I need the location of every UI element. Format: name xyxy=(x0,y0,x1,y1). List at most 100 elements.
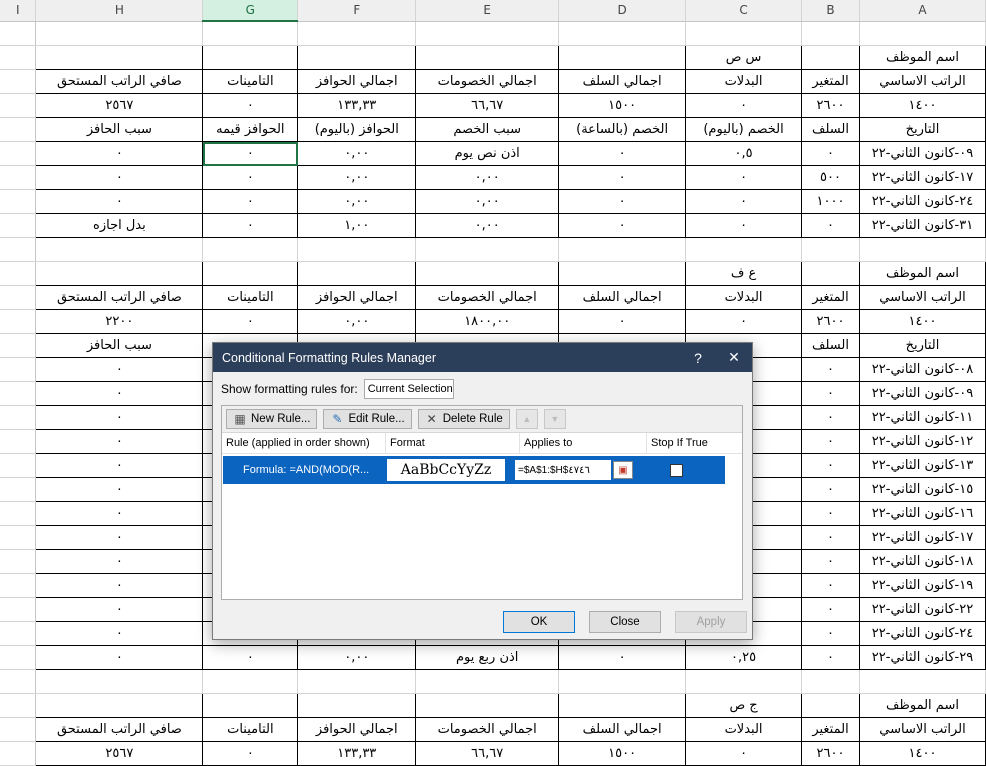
cell-i20[interactable] xyxy=(0,477,37,502)
column-header-i[interactable]: I xyxy=(0,0,37,22)
cell-a6[interactable]: ٠٩-كانون الثاني-٢٢ xyxy=(859,141,986,166)
cell-h24[interactable]: ٠ xyxy=(35,573,204,598)
cell-b6[interactable]: ٠ xyxy=(801,141,860,166)
cell-d9[interactable]: ٠ xyxy=(558,213,687,238)
cell-a21[interactable]: ١٦-كانون الثاني-٢٢ xyxy=(859,501,986,526)
cell-e5[interactable]: سبب الخصم xyxy=(415,117,560,142)
apply-button[interactable]: Apply xyxy=(675,611,747,633)
cell-i30[interactable] xyxy=(0,717,37,742)
cell-e4[interactable]: ٦٦,٦٧ xyxy=(415,93,560,118)
cell-a19[interactable]: ١٣-كانون الثاني-٢٢ xyxy=(859,453,986,478)
move-down-button[interactable]: ▼ xyxy=(543,409,566,429)
stop-if-true-checkbox[interactable] xyxy=(670,463,683,477)
cell-b25[interactable]: ٠ xyxy=(801,597,860,622)
cell-d31[interactable]: ١٥٠٠ xyxy=(558,741,687,766)
cell-h15[interactable]: ٠ xyxy=(35,357,204,382)
cell-b8[interactable]: ١٠٠٠ xyxy=(801,189,860,214)
cell-d13[interactable]: ٠ xyxy=(558,309,687,334)
cell-g31[interactable]: ٠ xyxy=(202,741,299,766)
cell-b11[interactable] xyxy=(801,261,860,286)
cell-a26[interactable]: ٢٤-كانون الثاني-٢٢ xyxy=(859,621,986,646)
cell-g4[interactable]: ٠ xyxy=(202,93,299,118)
cell-f11[interactable] xyxy=(297,261,417,286)
cell-g5[interactable]: الحوافز قيمه xyxy=(202,117,299,142)
cell-f31[interactable]: ١٣٣,٣٣ xyxy=(297,741,417,766)
column-header-f[interactable]: F xyxy=(297,0,417,22)
cell-b3[interactable]: المتغير xyxy=(801,69,860,94)
cell-h29[interactable] xyxy=(35,693,204,718)
cell-c1[interactable] xyxy=(685,21,803,46)
cell-d3[interactable]: اجمالي السلف xyxy=(558,69,687,94)
cell-d2[interactable] xyxy=(558,45,687,70)
cell-f9[interactable]: ١,٠٠ xyxy=(297,213,417,238)
cell-b9[interactable]: ٠ xyxy=(801,213,860,238)
cell-c31[interactable]: ٠ xyxy=(685,741,803,766)
cell-b14[interactable]: السلف xyxy=(801,333,860,358)
cell-b28[interactable] xyxy=(801,669,860,694)
cell-i28[interactable] xyxy=(0,669,37,694)
cell-a29[interactable]: اسم الموظف xyxy=(859,693,986,718)
cell-h19[interactable]: ٠ xyxy=(35,453,204,478)
cell-h8[interactable]: ٠ xyxy=(35,189,204,214)
column-header-e[interactable]: E xyxy=(415,0,560,22)
cell-a16[interactable]: ٠٩-كانون الثاني-٢٢ xyxy=(859,381,986,406)
cell-h18[interactable]: ٠ xyxy=(35,429,204,454)
cell-h10[interactable] xyxy=(35,237,204,262)
cell-e28[interactable] xyxy=(415,669,560,694)
collapse-dialog-icon[interactable]: ▣ xyxy=(613,461,633,479)
cell-a2[interactable]: اسم الموظف xyxy=(859,45,986,70)
cell-b15[interactable]: ٠ xyxy=(801,357,860,382)
cell-b20[interactable]: ٠ xyxy=(801,477,860,502)
cell-a31[interactable]: ١٤٠٠ xyxy=(859,741,986,766)
cell-i15[interactable] xyxy=(0,357,37,382)
cell-f4[interactable]: ١٣٣,٣٣ xyxy=(297,93,417,118)
cell-d29[interactable] xyxy=(558,693,687,718)
cell-e12[interactable]: اجمالي الخصومات xyxy=(415,285,560,310)
cell-f2[interactable] xyxy=(297,45,417,70)
cell-h17[interactable]: ٠ xyxy=(35,405,204,430)
cell-h6[interactable]: ٠ xyxy=(35,141,204,166)
cell-i26[interactable] xyxy=(0,621,37,646)
cell-b18[interactable]: ٠ xyxy=(801,429,860,454)
cell-g1[interactable] xyxy=(202,21,299,46)
cell-c3[interactable]: البدلات xyxy=(685,69,803,94)
cell-b1[interactable] xyxy=(801,21,860,46)
cell-f27[interactable]: ٠,٠٠ xyxy=(297,645,417,670)
cell-a24[interactable]: ١٩-كانون الثاني-٢٢ xyxy=(859,573,986,598)
cell-h22[interactable]: ٠ xyxy=(35,525,204,550)
cell-f5[interactable]: الحوافز (باليوم) xyxy=(297,117,417,142)
cell-h16[interactable]: ٠ xyxy=(35,381,204,406)
cell-b4[interactable]: ٢٦٠٠ xyxy=(801,93,860,118)
column-header-d[interactable]: D xyxy=(558,0,687,22)
cell-h3[interactable]: صافي الراتب المستحق xyxy=(35,69,204,94)
close-icon[interactable]: ✕ xyxy=(716,349,752,366)
cell-d10[interactable] xyxy=(558,237,687,262)
cell-b12[interactable]: المتغير xyxy=(801,285,860,310)
cell-h21[interactable]: ٠ xyxy=(35,501,204,526)
cell-g8[interactable]: ٠ xyxy=(202,189,299,214)
cell-i8[interactable] xyxy=(0,189,37,214)
cell-c6[interactable]: ٠,٥ xyxy=(685,141,803,166)
cell-a11[interactable]: اسم الموظف xyxy=(859,261,986,286)
cell-e6[interactable]: اذن نص يوم xyxy=(415,141,560,166)
cell-b10[interactable] xyxy=(801,237,860,262)
cell-i17[interactable] xyxy=(0,405,37,430)
cell-c11[interactable]: ع ف xyxy=(685,261,803,286)
cell-g3[interactable]: التامينات xyxy=(202,69,299,94)
cell-i4[interactable] xyxy=(0,93,37,118)
cell-b5[interactable]: السلف xyxy=(801,117,860,142)
cell-h31[interactable]: ٢٥٦٧ xyxy=(35,741,204,766)
cell-e13[interactable]: ١٨٠٠,٠٠ xyxy=(415,309,560,334)
cell-a14[interactable]: التاريخ xyxy=(859,333,986,358)
cell-b19[interactable]: ٠ xyxy=(801,453,860,478)
cell-h23[interactable]: ٠ xyxy=(35,549,204,574)
cell-h26[interactable]: ٠ xyxy=(35,621,204,646)
cell-d8[interactable]: ٠ xyxy=(558,189,687,214)
cell-h13[interactable]: ٢٢٠٠ xyxy=(35,309,204,334)
cell-i9[interactable] xyxy=(0,213,37,238)
cell-c7[interactable]: ٠ xyxy=(685,165,803,190)
rule-row[interactable]: Formula: =AND(MOD(R... AaBbCcYyZz =$A$1:… xyxy=(223,456,725,484)
cell-e27[interactable]: اذن ربع يوم xyxy=(415,645,560,670)
cell-e1[interactable] xyxy=(415,21,560,46)
cell-e29[interactable] xyxy=(415,693,560,718)
